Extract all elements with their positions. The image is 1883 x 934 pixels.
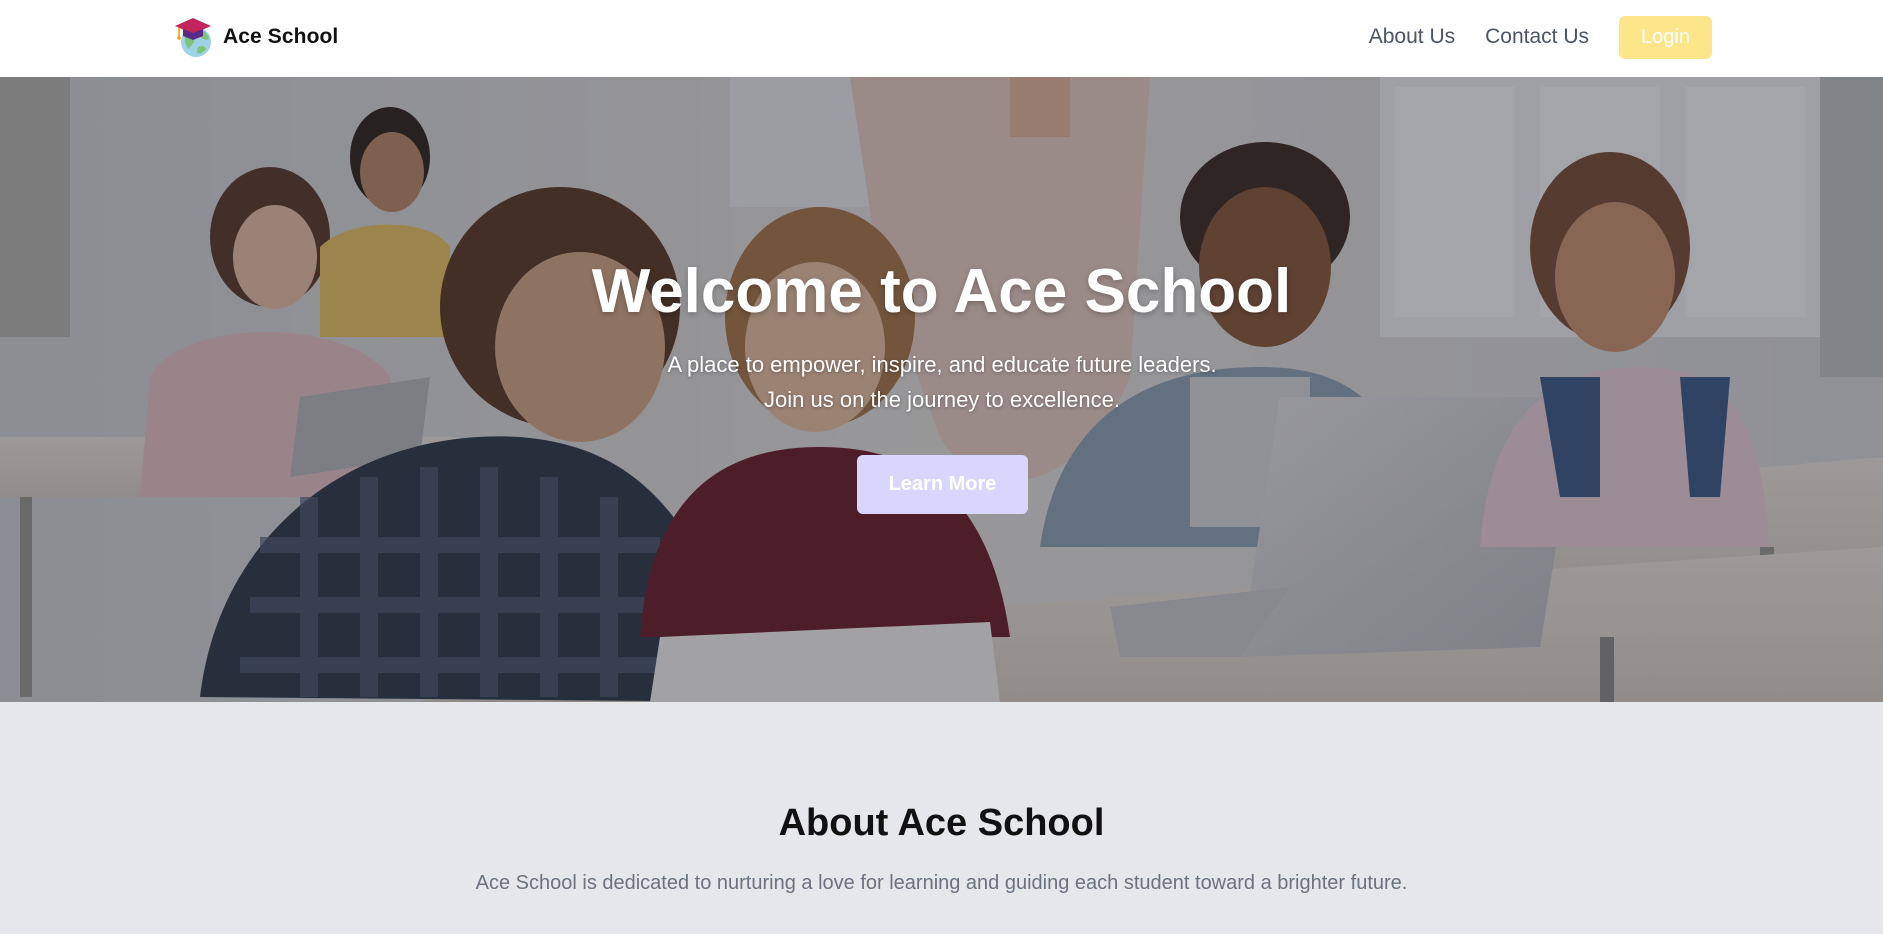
brand-link[interactable]: Ace School: [173, 15, 338, 59]
hero-content: Welcome to Ace School A place to empower…: [0, 77, 1883, 702]
graduation-cap-globe-icon: [175, 18, 211, 57]
about-description: Ace School is dedicated to nurturing a l…: [475, 872, 1408, 894]
learn-more-button[interactable]: Learn More: [857, 455, 1028, 514]
login-button[interactable]: Login: [1619, 15, 1712, 59]
hero-section: Welcome to Ace School A place to empower…: [0, 77, 1883, 702]
nav-about-us-link[interactable]: About Us: [1369, 25, 1455, 49]
nav-contact-us-link[interactable]: Contact Us: [1485, 25, 1589, 49]
brand-name: Ace School: [223, 25, 339, 48]
site-header: Ace School About Us Contact Us Login: [0, 0, 1883, 77]
about-title: About Ace School: [778, 802, 1105, 844]
hero-subtitle: A place to empower, inspire, and educate…: [667, 352, 1217, 412]
main-nav: About Us Contact Us Login: [1369, 15, 1712, 59]
hero-title: Welcome to Ace School: [591, 257, 1292, 326]
about-section: About Ace School Ace School is dedicated…: [0, 702, 1883, 934]
